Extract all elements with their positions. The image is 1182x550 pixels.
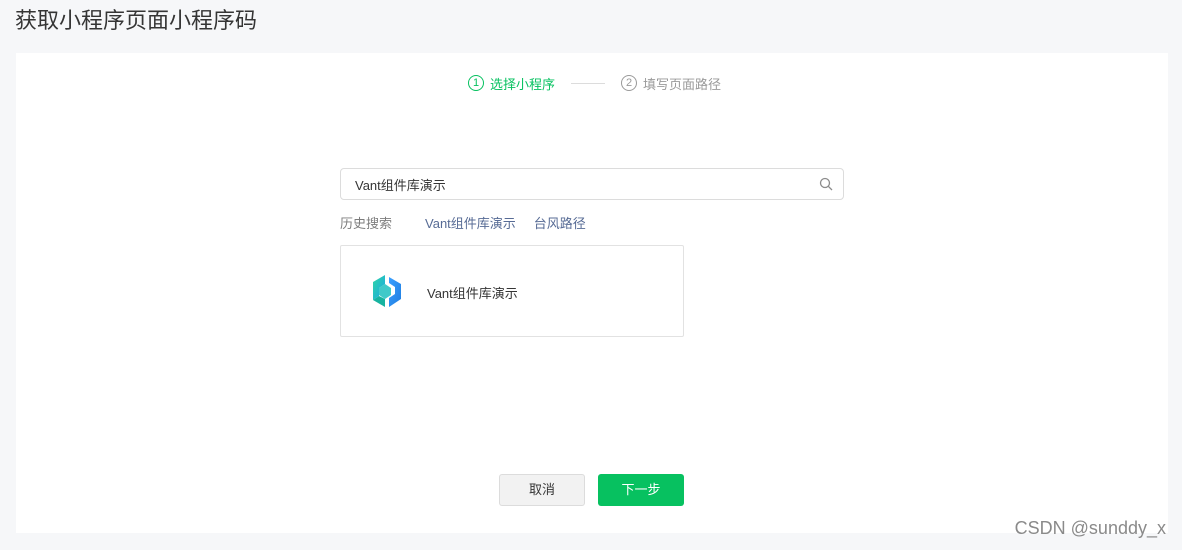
search-history: 历史搜索 Vant组件库演示 台风路径 xyxy=(340,213,604,232)
search-box xyxy=(340,168,844,200)
steps-indicator: 1 选择小程序 2 填写页面路径 xyxy=(468,73,721,93)
step-divider xyxy=(571,82,606,84)
result-card[interactable]: Vant组件库演示 xyxy=(340,245,684,337)
vant-logo-icon xyxy=(373,275,401,307)
step-label: 选择小程序 xyxy=(490,76,556,92)
step-number: 1 xyxy=(468,75,484,91)
step-number: 2 xyxy=(621,75,638,91)
search-icon[interactable] xyxy=(819,177,833,191)
next-button[interactable]: 下一步 xyxy=(598,474,684,506)
step-select-miniprogram: 1 选择小程序 xyxy=(468,74,555,93)
main-panel: 1 选择小程序 2 填写页面路径 历史搜索 Vant组件库演示 台风路径 xyxy=(16,53,1168,533)
history-item[interactable]: 台风路径 xyxy=(534,213,586,232)
step-label: 填写页面路径 xyxy=(643,76,722,92)
page-title: 获取小程序页面小程序码 xyxy=(15,8,258,33)
watermark: CSDN @sunddy_x xyxy=(1014,518,1166,538)
history-item[interactable]: Vant组件库演示 xyxy=(425,213,516,232)
result-name: Vant组件库演示 xyxy=(427,286,518,301)
cancel-button[interactable]: 取消 xyxy=(499,474,585,506)
search-input[interactable] xyxy=(355,169,805,199)
history-label: 历史搜索 xyxy=(340,216,393,231)
step-fill-page-path: 2 填写页面路径 xyxy=(621,74,721,93)
